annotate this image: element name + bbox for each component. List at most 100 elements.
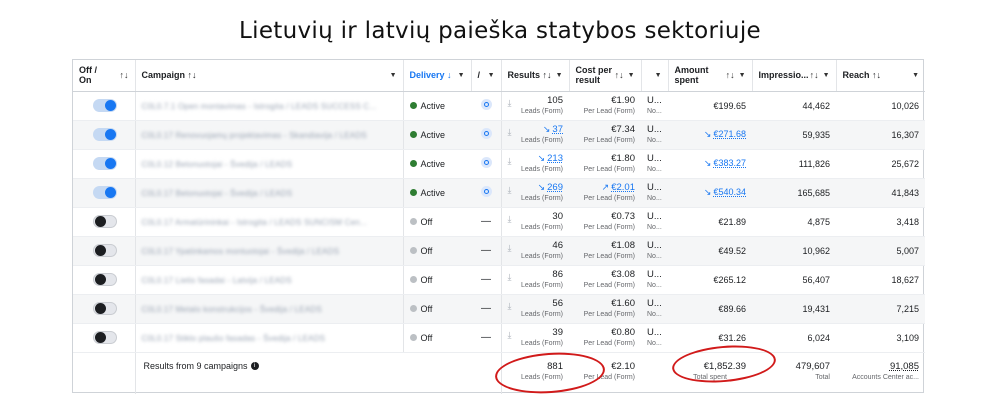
campaign-name[interactable]: C0L0.17 Metalo konstrukcijos - Švedija /…: [142, 305, 322, 314]
results-value: 86: [552, 268, 563, 280]
chevron-down-icon[interactable]: ▼: [628, 72, 635, 79]
campaign-toggle[interactable]: [93, 186, 117, 199]
column-attribution[interactable]: / ▼: [471, 60, 502, 92]
results-value[interactable]: 213: [547, 153, 563, 164]
trend-down-icon: ↘: [537, 153, 546, 163]
delivery-status: Off: [420, 274, 433, 285]
column-off-on[interactable]: Off / On ↑↓: [73, 60, 136, 92]
column-cost-per-result[interactable]: Cost per result ↑↓ ▼: [569, 60, 642, 92]
spent-value[interactable]: €271.68: [713, 129, 746, 139]
campaign-name[interactable]: C0L0.12 Betonuotojai - Švedija / LEADS: [142, 160, 293, 169]
campaign-cell[interactable]: C0L0.17 Betonuotojai - Švedija / LEADS: [135, 178, 404, 208]
sort-icon[interactable]: ↑↓: [872, 70, 881, 80]
table-row[interactable]: C0L0.12 Betonuotojai - Švedija / LEADS A…: [73, 149, 925, 179]
sort-icon[interactable]: ↑↓: [810, 70, 819, 80]
column-campaign[interactable]: Campaign ↑↓ ▼: [135, 60, 404, 92]
bid-value: U...: [647, 268, 662, 280]
toggle-knob: [105, 129, 116, 140]
table-row[interactable]: C0L0.17 Betonuotojai - Švedija / LEADS A…: [73, 178, 925, 208]
column-bid[interactable]: ▼: [641, 60, 669, 92]
trend-down-icon: ↘: [703, 158, 712, 168]
download-icon[interactable]: ⤓: [508, 214, 512, 225]
sort-icon[interactable]: ↑↓: [188, 70, 197, 80]
table-row[interactable]: C0L0.17 Ypatinkamos montuotojai - Švedij…: [73, 236, 925, 266]
cpr-value[interactable]: €2.01: [611, 182, 635, 193]
download-icon[interactable]: ⤓: [508, 127, 512, 138]
sort-desc-icon[interactable]: ↓: [447, 70, 452, 80]
chevron-down-icon[interactable]: ▼: [556, 72, 563, 79]
schedule-icon[interactable]: [481, 186, 492, 197]
chevron-down-icon[interactable]: ▼: [823, 72, 830, 79]
column-reach[interactable]: Reach ↑↓ ▼: [836, 60, 925, 92]
amount-spent-cell: €89.66: [668, 294, 752, 324]
table-row[interactable]: C0L0.17 Metalo konstrukcijos - Švedija /…: [73, 294, 925, 324]
sort-icon[interactable]: ↑↓: [726, 70, 735, 80]
cost-per-result-cell: €0.73 Per Lead (Form): [569, 207, 641, 237]
column-amount-spent[interactable]: Amount spent ↑↓ ▼: [668, 60, 753, 92]
campaign-toggle[interactable]: [93, 302, 117, 315]
campaign-cell[interactable]: C0L0.17 Stiklo plaušo fasadas - Švedija …: [135, 323, 404, 353]
results-sub: Leads (Form): [520, 281, 563, 289]
bid-value: U...: [647, 210, 662, 222]
results-value[interactable]: 37: [552, 124, 563, 135]
campaign-cell[interactable]: C0L0.7.1 Open montavimas - Istrogita / L…: [135, 91, 404, 121]
campaign-cell[interactable]: C0L0.17 Renovuojamų projektavimas - Skan…: [135, 120, 404, 150]
campaign-cell[interactable]: C0L0.17 Metalo konstrukcijos - Švedija /…: [135, 294, 404, 324]
table-row[interactable]: C0L0.7.1 Open montavimas - Istrogita / L…: [73, 91, 925, 121]
info-icon[interactable]: i: [250, 362, 259, 371]
download-icon[interactable]: ⤓: [508, 185, 512, 196]
download-icon[interactable]: ⤓: [508, 301, 512, 312]
campaign-name[interactable]: C0L0.17 Stiklo plaušo fasadas - Švedija …: [142, 334, 326, 343]
campaign-name[interactable]: C0L0.17 Betonuotojai - Švedija / LEADS: [142, 189, 293, 198]
table-row[interactable]: C0L0.17 Stiklo plaušo fasadas - Švedija …: [73, 323, 925, 353]
column-impressions[interactable]: Impressio... ↑↓ ▼: [752, 60, 837, 92]
schedule-icon[interactable]: [481, 128, 492, 139]
download-icon[interactable]: ⤓: [508, 98, 512, 109]
download-icon[interactable]: ⤓: [508, 272, 512, 283]
campaign-toggle[interactable]: [93, 273, 117, 286]
campaign-toggle[interactable]: [93, 157, 117, 170]
table-row[interactable]: C0L0.17 Lietis fasadai - Latvija / LEADS…: [73, 265, 925, 295]
impressions-value: 19,431: [802, 303, 830, 314]
campaign-toggle[interactable]: [93, 215, 117, 228]
column-delivery[interactable]: Delivery ↓ ▼: [403, 60, 472, 92]
column-results[interactable]: Results ↑↓ ▼: [501, 60, 570, 92]
schedule-icon[interactable]: [481, 99, 492, 110]
campaign-toggle[interactable]: [93, 244, 117, 257]
bid-value: U...: [647, 326, 662, 338]
status-dot-icon: [409, 189, 417, 196]
table-row[interactable]: C0L0.17 Armatūrininkai - Istrogita / LEA…: [73, 207, 925, 237]
campaign-name[interactable]: C0L0.17 Armatūrininkai - Istrogita / LEA…: [142, 218, 368, 227]
sort-icon[interactable]: ↑↓: [543, 70, 552, 80]
sort-icon[interactable]: ↑↓: [615, 70, 624, 80]
download-icon[interactable]: ⤓: [508, 156, 512, 167]
cpr-value: €0.80: [611, 326, 635, 338]
bid-sub: No...: [647, 281, 662, 289]
chevron-down-icon[interactable]: ▼: [655, 72, 662, 79]
campaign-cell[interactable]: C0L0.17 Ypatinkamos montuotojai - Švedij…: [135, 236, 404, 266]
campaign-name[interactable]: C0L0.17 Lietis fasadai - Latvija / LEADS: [142, 276, 292, 285]
chevron-down-icon[interactable]: ▼: [458, 72, 465, 79]
campaign-name[interactable]: C0L0.7.1 Open montavimas - Istrogita / L…: [142, 102, 377, 111]
schedule-icon[interactable]: [481, 157, 492, 168]
campaign-cell[interactable]: C0L0.17 Lietis fasadai - Latvija / LEADS: [135, 265, 404, 295]
download-icon[interactable]: ⤓: [508, 330, 512, 341]
chevron-down-icon[interactable]: ▼: [390, 72, 397, 79]
chevron-down-icon[interactable]: ▼: [488, 72, 495, 79]
chevron-down-icon[interactable]: ▼: [739, 72, 746, 79]
reach-cell: 3,109: [836, 323, 925, 353]
campaign-name[interactable]: C0L0.17 Renovuojamų projektavimas - Skan…: [142, 131, 367, 140]
campaign-toggle[interactable]: [93, 331, 117, 344]
table-row[interactable]: C0L0.17 Renovuojamų projektavimas - Skan…: [73, 120, 925, 150]
spent-value[interactable]: €383.27: [713, 158, 746, 168]
campaign-cell[interactable]: C0L0.17 Armatūrininkai - Istrogita / LEA…: [135, 207, 404, 237]
spent-value[interactable]: €540.34: [713, 187, 746, 197]
campaign-toggle[interactable]: [93, 99, 117, 112]
results-value[interactable]: 269: [547, 182, 563, 193]
download-icon[interactable]: ⤓: [508, 243, 512, 254]
sort-icon[interactable]: ↑↓: [120, 70, 129, 80]
campaign-name[interactable]: C0L0.17 Ypatinkamos montuotojai - Švedij…: [142, 247, 340, 256]
campaign-cell[interactable]: C0L0.12 Betonuotojai - Švedija / LEADS: [135, 149, 404, 179]
campaign-toggle[interactable]: [93, 128, 117, 141]
chevron-down-icon[interactable]: ▼: [912, 72, 919, 79]
